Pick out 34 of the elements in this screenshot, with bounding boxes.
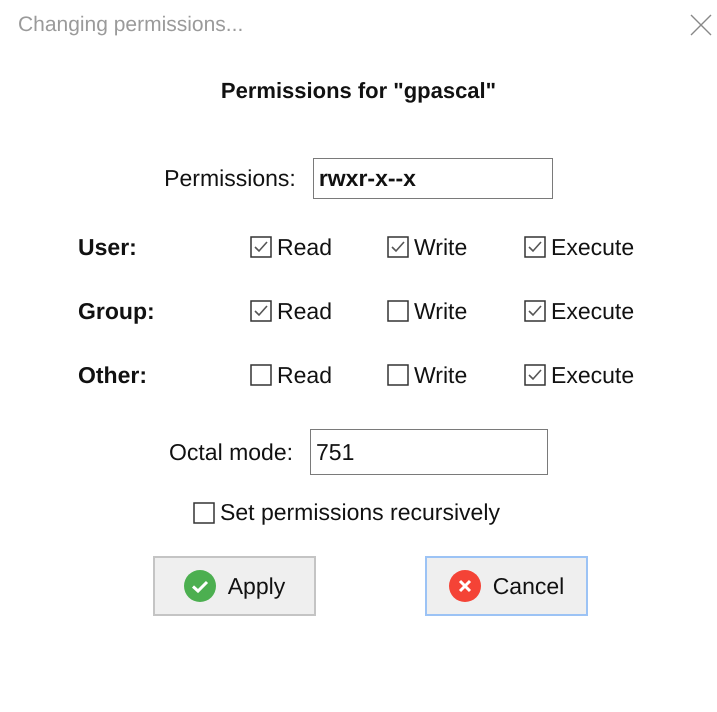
checkbox-label[interactable]: Read	[277, 298, 332, 324]
checkbox[interactable]	[250, 364, 272, 386]
checkbox[interactable]	[387, 236, 409, 258]
check-circle-icon	[184, 570, 216, 602]
checkbox-label[interactable]: Execute	[551, 362, 634, 388]
row-label: Group:	[78, 298, 155, 324]
field-label: Permissions:	[164, 165, 296, 192]
apply-button[interactable]: Apply	[153, 556, 316, 616]
checkbox-label[interactable]: Write	[414, 234, 468, 260]
checkbox[interactable]	[387, 364, 409, 386]
checkbox-label[interactable]: Read	[277, 362, 332, 388]
window-title: Changing permissions...	[18, 13, 244, 37]
checkbox-label[interactable]: Read	[277, 234, 332, 260]
checkbox[interactable]	[524, 364, 546, 386]
checkbox[interactable]	[250, 236, 272, 258]
cancel-button[interactable]: Cancel	[425, 556, 588, 616]
cross-circle-icon	[448, 570, 481, 602]
checkbox-label[interactable]: Execute	[551, 234, 634, 260]
checkbox-label[interactable]: Execute	[551, 298, 634, 324]
field-label: Octal mode:	[169, 438, 293, 466]
checkbox[interactable]	[524, 236, 546, 258]
checkbox-label[interactable]: Set permissions recursively	[220, 499, 500, 526]
checkbox-label[interactable]: Write	[414, 362, 468, 388]
checkbox[interactable]	[387, 300, 409, 322]
dialog-heading: Permissions for "gpascal"	[220, 78, 498, 104]
permissions-field[interactable]: rwxr-x--x	[312, 158, 553, 199]
octal-field[interactable]: 751	[310, 429, 548, 475]
checkbox[interactable]	[193, 502, 216, 524]
checkbox[interactable]	[250, 300, 272, 322]
checkbox[interactable]	[524, 300, 546, 322]
checkbox-label[interactable]: Write	[414, 298, 468, 324]
close-icon[interactable]	[689, 13, 713, 37]
row-label: User:	[78, 234, 137, 260]
row-label: Other:	[78, 362, 147, 388]
